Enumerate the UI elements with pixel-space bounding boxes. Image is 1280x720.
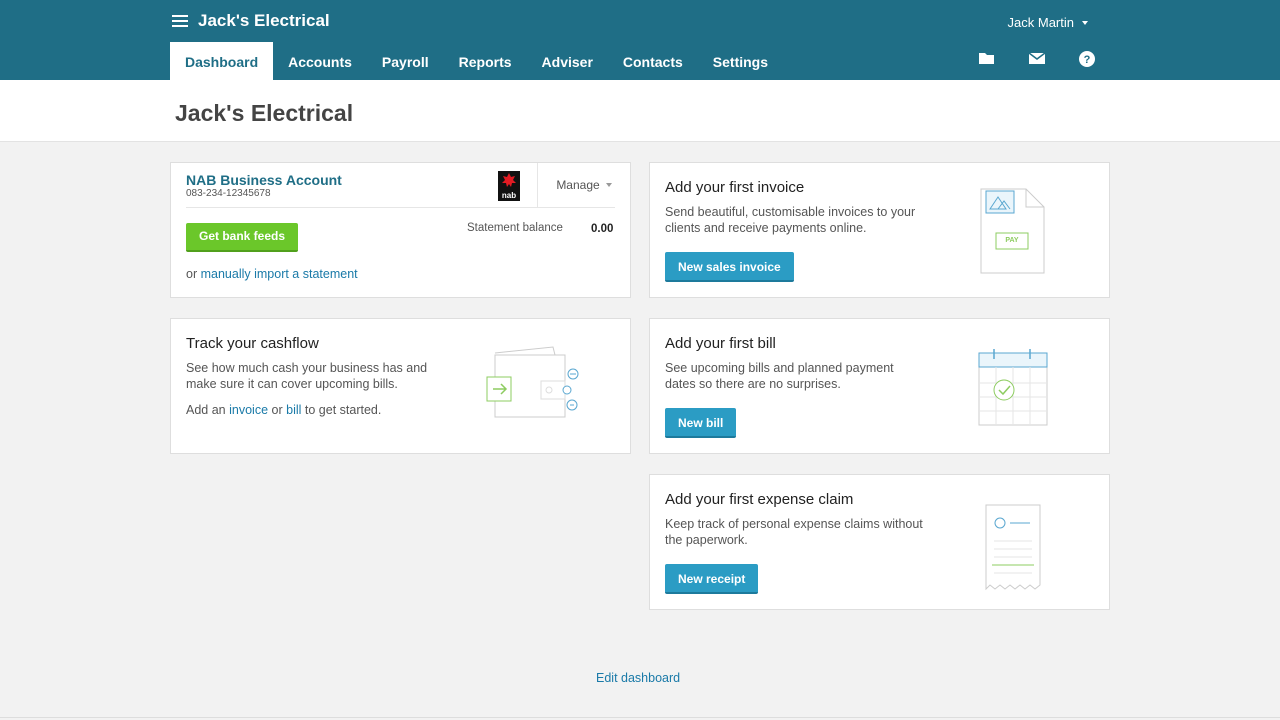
nab-star-icon	[502, 173, 516, 187]
import-statement-line: or manually import a statement	[186, 267, 358, 281]
action-suffix: to get started.	[304, 403, 382, 417]
folder-icon[interactable]	[978, 50, 996, 66]
get-bank-feeds-button[interactable]: Get bank feeds	[186, 223, 299, 252]
invoice-link[interactable]: invoice	[229, 403, 268, 417]
tab-adviser[interactable]: Adviser	[527, 42, 608, 80]
bank-account-name[interactable]: NAB Business Account	[186, 172, 342, 188]
invoice-description: Send beautiful, customisable invoices to…	[665, 205, 916, 235]
bank-account-card: NAB Business Account 083-234-12345678 na…	[170, 162, 631, 298]
manually-import-link[interactable]: manually import a statement	[201, 267, 358, 281]
calendar-illustration-icon	[978, 349, 1048, 426]
invoice-title: Add your first invoice	[665, 179, 805, 196]
top-bar: Jack's Electrical Jack Martin Dashboard …	[0, 0, 1280, 80]
help-icon[interactable]: ?	[1078, 50, 1096, 67]
bill-card: Add your first bill See upcoming bills a…	[649, 318, 1110, 454]
user-menu[interactable]: Jack Martin	[1008, 15, 1088, 30]
new-receipt-button[interactable]: New receipt	[665, 564, 759, 594]
cashflow-description: See how much cash your business has and …	[186, 361, 428, 391]
manage-label: Manage	[556, 178, 600, 192]
expense-description: Keep track of personal expense claims wi…	[665, 517, 923, 547]
main-nav: Dashboard Accounts Payroll Reports Advis…	[170, 42, 783, 80]
statement-balance-value: 0.00	[591, 223, 614, 235]
nab-logo-text: nab	[501, 191, 517, 200]
bill-title: Add your first bill	[665, 335, 776, 352]
tab-accounts[interactable]: Accounts	[273, 42, 367, 80]
action-prefix: Add an	[186, 403, 226, 417]
divider	[0, 717, 1280, 718]
tab-payroll[interactable]: Payroll	[367, 42, 444, 80]
page-title: Jack's Electrical	[175, 100, 354, 126]
expense-title: Add your first expense claim	[665, 491, 854, 508]
mail-icon[interactable]	[1028, 50, 1046, 66]
svg-text:?: ?	[1084, 54, 1091, 66]
invoice-document-icon	[980, 188, 1045, 274]
bill-link[interactable]: bill	[286, 403, 301, 417]
divider	[186, 207, 615, 208]
edit-dashboard-link[interactable]: Edit dashboard	[596, 671, 680, 685]
new-sales-invoice-button[interactable]: New sales invoice	[665, 252, 794, 282]
org-name: Jack's Electrical	[198, 11, 330, 30]
user-name: Jack Martin	[1007, 15, 1074, 30]
new-bill-button[interactable]: New bill	[665, 408, 737, 438]
manage-dropdown[interactable]: Manage	[537, 163, 630, 207]
nab-logo: nab	[498, 171, 520, 201]
action-or: or	[271, 403, 283, 417]
menu-icon	[172, 14, 188, 28]
invoice-illustration: PAY	[980, 187, 1048, 275]
header-tools: ?	[978, 50, 1096, 67]
tab-contacts[interactable]: Contacts	[608, 42, 698, 80]
cashflow-card: Track your cashflow See how much cash yo…	[170, 318, 631, 454]
cashflow-action: Add an invoice or bill to get started.	[186, 402, 381, 418]
expense-claim-card: Add your first expense claim Keep track …	[649, 474, 1110, 610]
wallet-illustration-icon	[486, 346, 579, 418]
invoice-card: Add your first invoice Send beautiful, c…	[649, 162, 1110, 298]
chevron-down-icon	[1082, 20, 1088, 25]
import-prefix: or	[186, 267, 198, 281]
statement-balance-label: Statement balance	[467, 222, 563, 234]
org-switcher[interactable]: Jack's Electrical	[172, 11, 330, 31]
bill-description: See upcoming bills and planned payment d…	[665, 361, 894, 391]
tab-settings[interactable]: Settings	[698, 42, 783, 80]
receipt-illustration-icon	[985, 504, 1041, 591]
cashflow-title: Track your cashflow	[186, 335, 319, 352]
chevron-down-icon	[605, 183, 612, 187]
pay-stamp-text: PAY	[1005, 237, 1019, 244]
title-band: Jack's Electrical	[0, 80, 1280, 142]
tab-reports[interactable]: Reports	[444, 42, 527, 80]
tab-dashboard[interactable]: Dashboard	[170, 42, 274, 80]
bank-account-number: 083-234-12345678	[186, 188, 271, 199]
